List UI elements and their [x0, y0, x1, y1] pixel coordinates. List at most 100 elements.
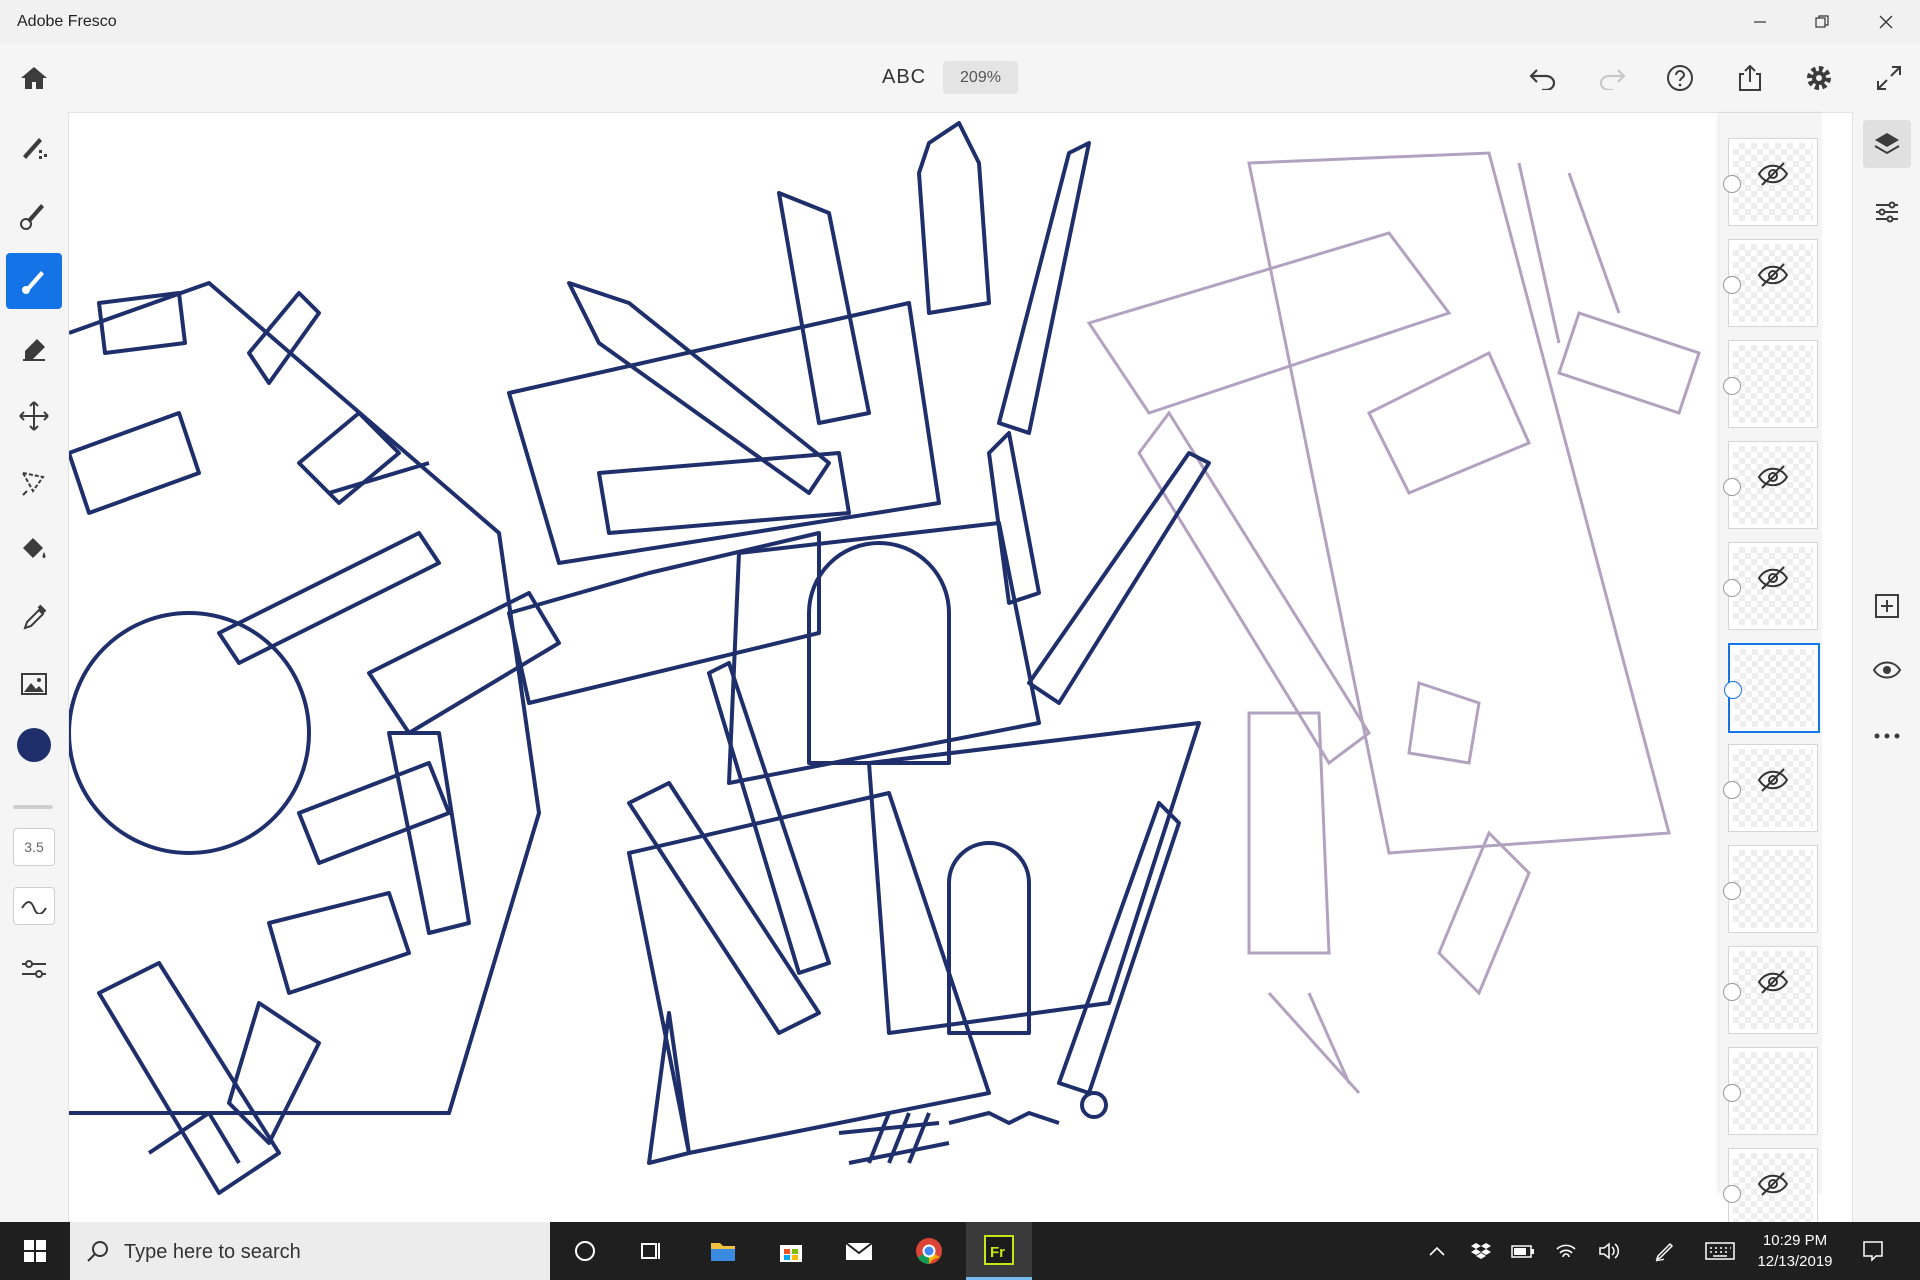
home-icon — [21, 67, 47, 89]
layer-thumbnail[interactable] — [1723, 340, 1818, 428]
move-tool[interactable] — [6, 388, 62, 444]
mail-button[interactable] — [826, 1222, 892, 1280]
color-swatch-icon — [17, 728, 51, 762]
layer-drag-handle[interactable] — [1723, 579, 1741, 597]
lasso-icon — [21, 471, 45, 496]
system-clock[interactable]: 10:29 PM 12/13/2019 — [1750, 1230, 1840, 1272]
zoom-level[interactable]: 209% — [943, 61, 1018, 94]
layer-drag-handle[interactable] — [1723, 478, 1741, 496]
hidden-eye-icon[interactable] — [1757, 262, 1789, 288]
lasso-tool[interactable] — [6, 454, 62, 510]
pixel-brush-tool[interactable] — [6, 119, 62, 175]
help-button[interactable] — [1660, 58, 1700, 98]
paint-bucket-icon — [23, 538, 46, 558]
pixel-brush-icon — [23, 138, 47, 159]
layer-thumbnail[interactable] — [1723, 744, 1818, 832]
file-explorer-button[interactable] — [690, 1222, 756, 1280]
hidden-eye-icon[interactable] — [1757, 464, 1789, 490]
layer-drag-handle[interactable] — [1724, 681, 1742, 699]
layer-thumbnail[interactable] — [1723, 946, 1818, 1034]
action-center-button[interactable] — [1860, 1238, 1886, 1264]
windows-logo-icon — [24, 1240, 46, 1262]
battery-tray-icon[interactable] — [1510, 1238, 1536, 1264]
start-button[interactable] — [2, 1222, 68, 1280]
color-picker-button[interactable] — [6, 717, 62, 773]
touch-keyboard-button[interactable] — [1704, 1238, 1736, 1264]
right-panel-rail — [1852, 112, 1920, 1222]
windows-taskbar: Type here to search Fr 10:29 PM 12/13/20… — [0, 1222, 1920, 1280]
more-options-button[interactable] — [1863, 712, 1911, 760]
layer-drag-handle[interactable] — [1723, 175, 1741, 193]
pen-icon — [1655, 1242, 1674, 1262]
store-button[interactable] — [758, 1222, 824, 1280]
layer-thumbnail[interactable] — [1723, 138, 1818, 226]
layer-thumbnail[interactable] — [1724, 643, 1820, 733]
layer-preview — [1733, 850, 1813, 928]
layer-drag-handle[interactable] — [1723, 1185, 1741, 1203]
layer-drag-handle[interactable] — [1723, 377, 1741, 395]
layer-drag-handle[interactable] — [1723, 276, 1741, 294]
hidden-eye-icon[interactable] — [1757, 161, 1789, 187]
layer-thumbnail[interactable] — [1723, 1047, 1818, 1135]
undo-button[interactable] — [1523, 58, 1563, 98]
hidden-eye-icon[interactable] — [1757, 1171, 1789, 1197]
live-brush-tool[interactable] — [6, 187, 62, 243]
minimize-button[interactable] — [1732, 0, 1788, 44]
layer-preview — [1733, 345, 1813, 423]
redo-button[interactable] — [1592, 58, 1632, 98]
share-button[interactable] — [1730, 58, 1770, 98]
brush-settings-button[interactable] — [6, 942, 62, 998]
restore-button[interactable] — [1794, 0, 1850, 44]
cortana-button[interactable] — [552, 1222, 618, 1280]
show-hidden-icons-button[interactable] — [1424, 1238, 1450, 1264]
layer-thumbnail[interactable] — [1723, 542, 1818, 630]
layer-preview — [1733, 1052, 1813, 1130]
search-placeholder: Type here to search — [124, 1241, 301, 1263]
settings-button[interactable] — [1799, 58, 1839, 98]
fullscreen-button[interactable] — [1869, 58, 1909, 98]
hidden-eye-icon[interactable] — [1757, 767, 1789, 793]
wifi-tray-icon[interactable] — [1553, 1238, 1579, 1264]
svg-text:Fr: Fr — [990, 1244, 1005, 1261]
dropbox-tray-icon[interactable] — [1468, 1238, 1494, 1264]
layer-drag-handle[interactable] — [1723, 882, 1741, 900]
eyedropper-tool[interactable] — [6, 589, 62, 645]
hidden-eye-icon[interactable] — [1757, 969, 1789, 995]
fill-tool[interactable] — [6, 521, 62, 577]
live-brush-icon — [20, 204, 44, 230]
chrome-button[interactable] — [896, 1222, 962, 1280]
add-layer-button[interactable] — [1863, 582, 1911, 630]
layer-thumbnail[interactable] — [1723, 239, 1818, 327]
undo-icon — [1529, 69, 1556, 90]
vector-brush-tool[interactable] — [6, 253, 62, 309]
layer-drag-handle[interactable] — [1723, 781, 1741, 799]
layers-button[interactable] — [1863, 120, 1911, 168]
fresco-taskbar-button[interactable]: Fr — [966, 1222, 1032, 1280]
restore-icon — [1815, 15, 1829, 28]
layer-thumbnail[interactable] — [1723, 845, 1818, 933]
layer-properties-button[interactable] — [1863, 188, 1911, 236]
eye-icon — [1872, 661, 1902, 679]
place-image-tool[interactable] — [6, 656, 62, 712]
brush-size-field[interactable]: 3.5 — [13, 828, 55, 866]
stroke-smoothing-button[interactable] — [13, 887, 55, 925]
eraser-tool[interactable] — [6, 320, 62, 376]
taskbar-search[interactable]: Type here to search — [70, 1222, 550, 1280]
hidden-eye-icon[interactable] — [1757, 565, 1789, 591]
drawing-canvas[interactable] — [69, 113, 1851, 1222]
document-title[interactable]: ABC — [882, 66, 926, 89]
redo-icon — [1599, 69, 1626, 90]
volume-tray-icon[interactable] — [1596, 1238, 1622, 1264]
home-button[interactable] — [14, 58, 54, 98]
wifi-icon — [1556, 1244, 1576, 1258]
search-icon — [87, 1241, 108, 1262]
layer-visibility-button[interactable] — [1863, 646, 1911, 694]
more-icon — [1874, 733, 1900, 739]
layer-drag-handle[interactable] — [1723, 983, 1741, 1001]
layer-drag-handle[interactable] — [1723, 1084, 1741, 1102]
layer-thumbnail[interactable] — [1723, 441, 1818, 529]
close-window-button[interactable] — [1858, 0, 1914, 44]
chrome-icon — [916, 1238, 942, 1265]
pen-tray-icon[interactable] — [1652, 1238, 1678, 1264]
task-view-button[interactable] — [618, 1222, 684, 1280]
